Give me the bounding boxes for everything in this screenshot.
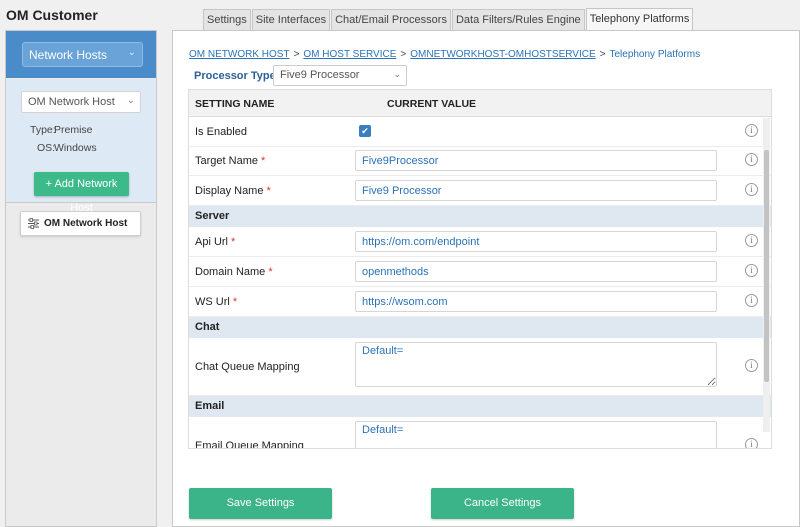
add-network-host-button[interactable]: + Add Network Host (34, 172, 129, 214)
chat-queue-mapping-textarea[interactable]: Default= (355, 342, 717, 387)
chat-section-header: Chat (189, 317, 771, 338)
chevron-down-icon: ⌄ (126, 95, 135, 106)
breadcrumb-separator: > (400, 49, 407, 60)
required-marker: * (232, 296, 238, 308)
chat-queue-mapping-label: Chat Queue Mapping (195, 361, 300, 373)
breadcrumb-current: Telephony Platforms (609, 49, 701, 60)
scrollbar-thumb[interactable] (764, 150, 769, 382)
info-icon[interactable]: i (745, 438, 758, 448)
breadcrumb: OM NETWORK HOST > OM HOST SERVICE > OMNETWOR… (189, 49, 700, 60)
domain-name-row: Domain Name* i (189, 257, 771, 287)
network-host-item-label: OM Network Host (44, 218, 128, 229)
app-title: OM Customer (6, 7, 98, 23)
tab-chat-email-processors[interactable]: Chat/Email Processors (331, 9, 451, 30)
tab-settings[interactable]: Settings (203, 9, 251, 30)
chevron-down-icon: ⌄ (393, 69, 401, 79)
network-hosts-dropdown[interactable]: Network Hosts ⌄ (22, 42, 143, 67)
info-icon[interactable]: i (745, 234, 758, 247)
required-marker: * (268, 266, 273, 278)
breadcrumb-omnetworkhost-omhostservice[interactable]: OMNETWORKHOST-OMHOSTSERVICE (410, 49, 595, 60)
server-section-header: Server (189, 206, 771, 227)
email-queue-mapping-label: Email Queue Mapping (195, 440, 304, 449)
display-name-label: Display Name * (195, 185, 271, 197)
type-label: Type: (30, 124, 56, 136)
info-icon[interactable]: i (745, 294, 758, 307)
network-host-dropdown[interactable]: OM Network Host ⌄ (21, 91, 141, 113)
is-enabled-row: Is Enabled ✔ i (189, 118, 771, 147)
email-queue-mapping-row: Email Queue Mapping Default= i (189, 417, 771, 449)
display-name-row: Display Name* i (189, 176, 771, 206)
target-name-input[interactable] (355, 150, 717, 171)
processor-type-value: Five9 Processor (280, 69, 360, 81)
setting-name-header: SETTING NAME (195, 98, 275, 110)
ws-url-row: WS Url* i (189, 287, 771, 317)
required-marker: * (266, 185, 271, 197)
left-panel: Network Hosts ⌄ OM Network Host ⌄ Type: … (5, 30, 157, 527)
info-icon[interactable]: i (745, 153, 758, 166)
breadcrumb-separator: > (293, 49, 300, 60)
api-url-label: Api Url * (195, 236, 236, 248)
network-host-dropdown-label: OM Network Host (28, 96, 115, 108)
domain-name-input[interactable] (355, 261, 717, 282)
tab-data-filters-rules-engine[interactable]: Data Filters/Rules Engine (451, 9, 585, 30)
info-icon[interactable]: i (745, 183, 758, 196)
is-enabled-label: Is Enabled (195, 126, 247, 138)
os-value: Windows (54, 142, 97, 154)
tab-site-interfaces[interactable]: Site Interfaces (251, 9, 331, 30)
target-name-label: Target Name * (195, 155, 266, 167)
tab-telephony-platforms[interactable]: Telephony Platforms (585, 8, 694, 30)
ws-url-label: WS Url * (195, 296, 238, 308)
info-icon[interactable]: i (745, 124, 758, 137)
processor-type-select[interactable]: Five9 Processor ⌄ (273, 65, 407, 86)
ws-url-input[interactable] (355, 291, 717, 312)
required-marker: * (231, 236, 236, 248)
tab-bar: Settings Site Interfaces Chat/Email Proc… (203, 8, 694, 30)
target-name-row: Target Name* i (189, 147, 771, 176)
sliders-icon (28, 218, 39, 229)
breadcrumb-om-network-host[interactable]: OM NETWORK HOST (189, 49, 290, 60)
info-icon[interactable]: i (745, 264, 758, 277)
os-label: OS: (37, 142, 56, 154)
api-url-input[interactable] (355, 231, 717, 252)
network-hosts-dropdown-label: Network Hosts (29, 48, 108, 62)
host-info-panel: OM Network Host ⌄ Type: Premise OS: Wind… (6, 79, 156, 214)
settings-grid: SETTING NAME CURRENT VALUE Is Enabled ✔ … (188, 89, 772, 449)
chevron-down-icon: ⌄ (127, 47, 136, 58)
is-enabled-checkbox[interactable]: ✔ (359, 125, 371, 137)
display-name-input[interactable] (355, 180, 717, 201)
cancel-settings-button[interactable]: Cancel Settings (431, 488, 574, 519)
breadcrumb-separator: > (599, 49, 606, 60)
required-marker: * (260, 155, 266, 167)
domain-name-label: Domain Name * (195, 266, 273, 278)
breadcrumb-om-host-service[interactable]: OM HOST SERVICE (303, 49, 396, 60)
processor-type-label: Processor Type : (194, 70, 283, 82)
network-host-item[interactable]: OM Network Host (20, 211, 141, 236)
chat-queue-mapping-row: Chat Queue Mapping Default= i (189, 338, 771, 396)
current-value-header: CURRENT VALUE (387, 98, 477, 110)
save-settings-button[interactable]: Save Settings (189, 488, 332, 519)
type-value: Premise (54, 124, 93, 136)
grid-header: SETTING NAME CURRENT VALUE (189, 90, 771, 117)
email-queue-mapping-textarea[interactable]: Default= (355, 421, 717, 448)
info-icon[interactable]: i (745, 359, 758, 372)
api-url-row: Api Url* i (189, 227, 771, 257)
main-panel: OM NETWORK HOST > OM HOST SERVICE > OMNETWOR… (172, 30, 800, 527)
email-section-header: Email (189, 396, 771, 417)
hosts-header: Network Hosts ⌄ (6, 31, 156, 78)
